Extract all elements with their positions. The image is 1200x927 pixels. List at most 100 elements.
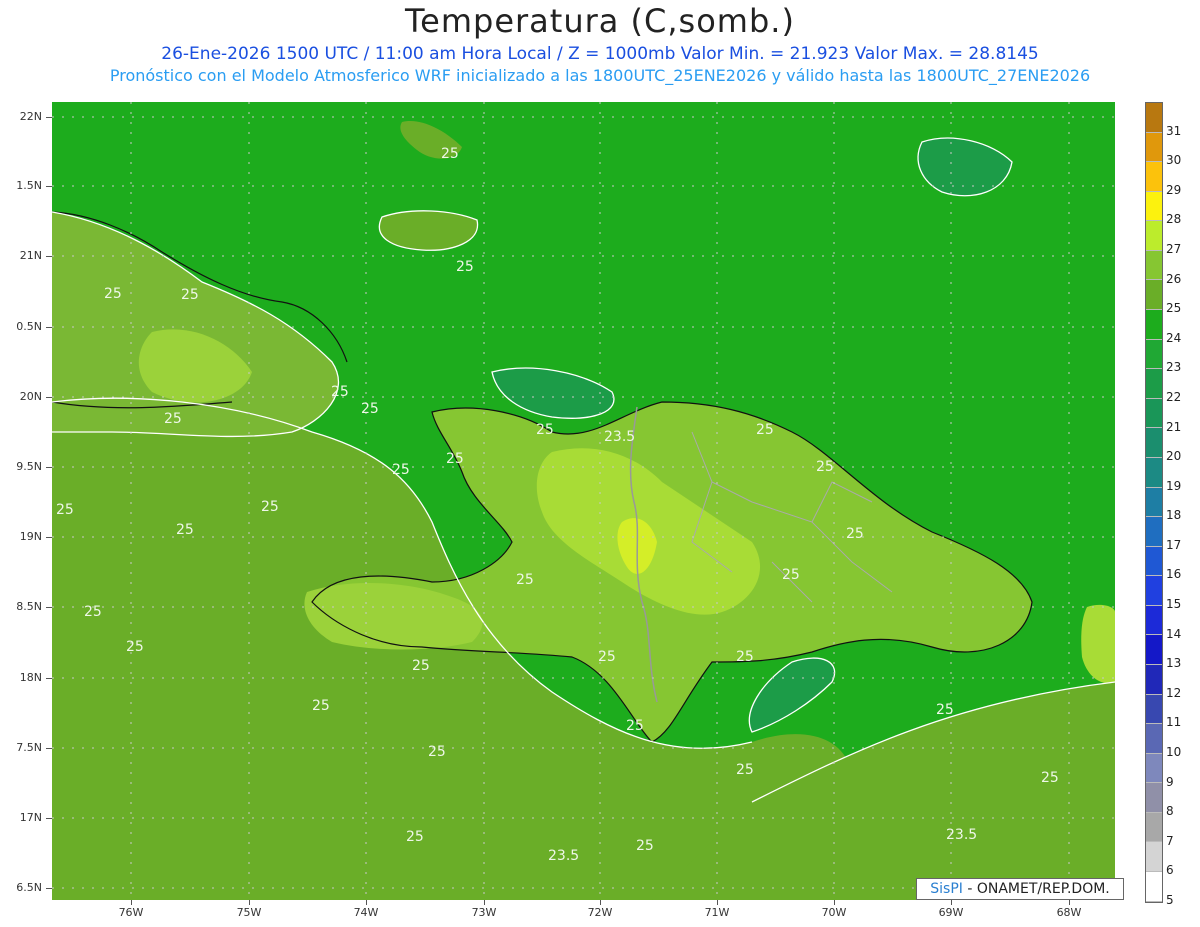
colorbar-segment bbox=[1146, 517, 1162, 547]
contour-label: 25 bbox=[84, 604, 102, 620]
colorbar-label: 31 bbox=[1166, 123, 1182, 138]
colorbar-segment bbox=[1146, 162, 1162, 192]
contour-label: 25 bbox=[104, 286, 122, 302]
lat-label: 8.5N bbox=[16, 600, 42, 613]
colorbar-label: 17 bbox=[1166, 537, 1182, 552]
colorbar-segment bbox=[1146, 812, 1162, 843]
colorbar-label: 7 bbox=[1166, 833, 1174, 848]
temperature-map: 25 25 25 25 25 25 25 25 25 25 25 25 25 25 25 25 25 25 25 25… bbox=[52, 102, 1115, 900]
colorbar-label: 20 bbox=[1166, 449, 1182, 464]
contour-label: 25 bbox=[441, 146, 459, 162]
lon-label: 72W bbox=[587, 906, 613, 919]
contour-label: 23.5 bbox=[946, 827, 977, 843]
credit-text: - ONAMET/REP.DOM. bbox=[967, 881, 1110, 897]
colorbar-label: 12 bbox=[1166, 685, 1182, 700]
lat-tick bbox=[46, 327, 52, 328]
lon-label: 75W bbox=[236, 906, 262, 919]
credit-box: SisPI - ONAMET/REP.DOM. bbox=[916, 878, 1124, 900]
lat-label: 19N bbox=[19, 530, 42, 543]
lat-tick bbox=[46, 607, 52, 608]
colorbar-segment bbox=[1146, 369, 1162, 399]
colorbar-label: 24 bbox=[1166, 330, 1182, 345]
colorbar-label: 19 bbox=[1166, 478, 1182, 493]
colorbar-label: 13 bbox=[1166, 656, 1182, 671]
lon-label: 69W bbox=[938, 906, 964, 919]
contour-label: 25 bbox=[446, 451, 464, 467]
lat-tick bbox=[46, 117, 52, 118]
colorbar-segment bbox=[1146, 310, 1162, 340]
colorbar-segment bbox=[1146, 724, 1162, 754]
colorbar-segment bbox=[1146, 487, 1162, 518]
lon-tick bbox=[484, 900, 485, 905]
colorbar-segment bbox=[1146, 664, 1162, 695]
lon-tick bbox=[600, 900, 601, 905]
colorbar-label: 16 bbox=[1166, 567, 1182, 582]
lon-label: 73W bbox=[471, 906, 497, 919]
colorbar-segment bbox=[1146, 191, 1162, 222]
colorbar-label: 23 bbox=[1166, 360, 1182, 375]
colorbar-label: 15 bbox=[1166, 597, 1182, 612]
lat-label: 18N bbox=[19, 671, 42, 684]
lat-tick bbox=[46, 256, 52, 257]
map-subtitle-model: Pronóstico con el Modelo Atmosferico WRF… bbox=[109, 66, 1091, 85]
contour-label: 23.5 bbox=[548, 848, 579, 864]
lon-tick bbox=[366, 900, 367, 905]
lat-tick bbox=[46, 186, 52, 187]
lat-tick bbox=[46, 818, 52, 819]
contour-label: 25 bbox=[406, 829, 424, 845]
lon-tick bbox=[951, 900, 952, 905]
contour-label: 25 bbox=[736, 649, 754, 665]
lon-label: 74W bbox=[353, 906, 379, 919]
map-title: Temperatura (C,somb.) bbox=[405, 2, 795, 40]
contour-label: 25 bbox=[126, 639, 144, 655]
colorbar-segment bbox=[1146, 428, 1162, 458]
colorbar-segment bbox=[1146, 398, 1162, 429]
colorbar-label: 25 bbox=[1166, 301, 1182, 316]
colorbar-segment bbox=[1146, 339, 1162, 370]
contour-label: 25 bbox=[176, 522, 194, 538]
colorbar bbox=[1145, 102, 1163, 903]
contour-label: 25 bbox=[456, 259, 474, 275]
lat-label: 6.5N bbox=[16, 881, 42, 894]
colorbar-label: 8 bbox=[1166, 804, 1174, 819]
contour-label: 25 bbox=[782, 567, 800, 583]
colorbar-segment bbox=[1146, 635, 1162, 665]
colorbar-label: 28 bbox=[1166, 212, 1182, 227]
colorbar-segment bbox=[1146, 605, 1162, 636]
colorbar-segment bbox=[1146, 783, 1162, 813]
map-subtitle-time: 26-Ene-2026 1500 UTC / 11:00 am Hora Loc… bbox=[161, 44, 1039, 64]
contour-label: 25 bbox=[936, 702, 954, 718]
lat-label: 1.5N bbox=[16, 179, 42, 192]
contour-label: 25 bbox=[598, 649, 616, 665]
lon-tick bbox=[1069, 900, 1070, 905]
lon-label: 70W bbox=[821, 906, 847, 919]
colorbar-label: 18 bbox=[1166, 508, 1182, 523]
colorbar-segment bbox=[1146, 576, 1162, 606]
lat-label: 22N bbox=[19, 110, 42, 123]
lat-label: 17N bbox=[19, 811, 42, 824]
credit-brand: SisPI bbox=[930, 881, 963, 897]
colorbar-segment bbox=[1146, 546, 1162, 577]
colorbar-label: 10 bbox=[1166, 745, 1182, 760]
contour-label: 25 bbox=[636, 838, 654, 854]
colorbar-label: 9 bbox=[1166, 774, 1174, 789]
colorbar-label: 22 bbox=[1166, 389, 1182, 404]
colorbar-label: 29 bbox=[1166, 182, 1182, 197]
contour-label: 25 bbox=[736, 762, 754, 778]
lon-tick bbox=[249, 900, 250, 905]
lat-label: 21N bbox=[19, 249, 42, 262]
contour-label: 25 bbox=[428, 744, 446, 760]
colorbar-segment bbox=[1146, 457, 1162, 488]
colorbar-segment bbox=[1146, 250, 1162, 281]
lon-label: 71W bbox=[704, 906, 730, 919]
contour-label: 25 bbox=[261, 499, 279, 515]
lat-tick bbox=[46, 748, 52, 749]
colorbar-segment bbox=[1146, 221, 1162, 251]
lon-tick bbox=[131, 900, 132, 905]
contour-label: 25 bbox=[536, 422, 554, 438]
colorbar-segment bbox=[1146, 753, 1162, 784]
colorbar-label: 11 bbox=[1166, 715, 1182, 730]
colorbar-label: 30 bbox=[1166, 153, 1182, 168]
lat-tick bbox=[46, 397, 52, 398]
colorbar-segment bbox=[1146, 842, 1162, 873]
